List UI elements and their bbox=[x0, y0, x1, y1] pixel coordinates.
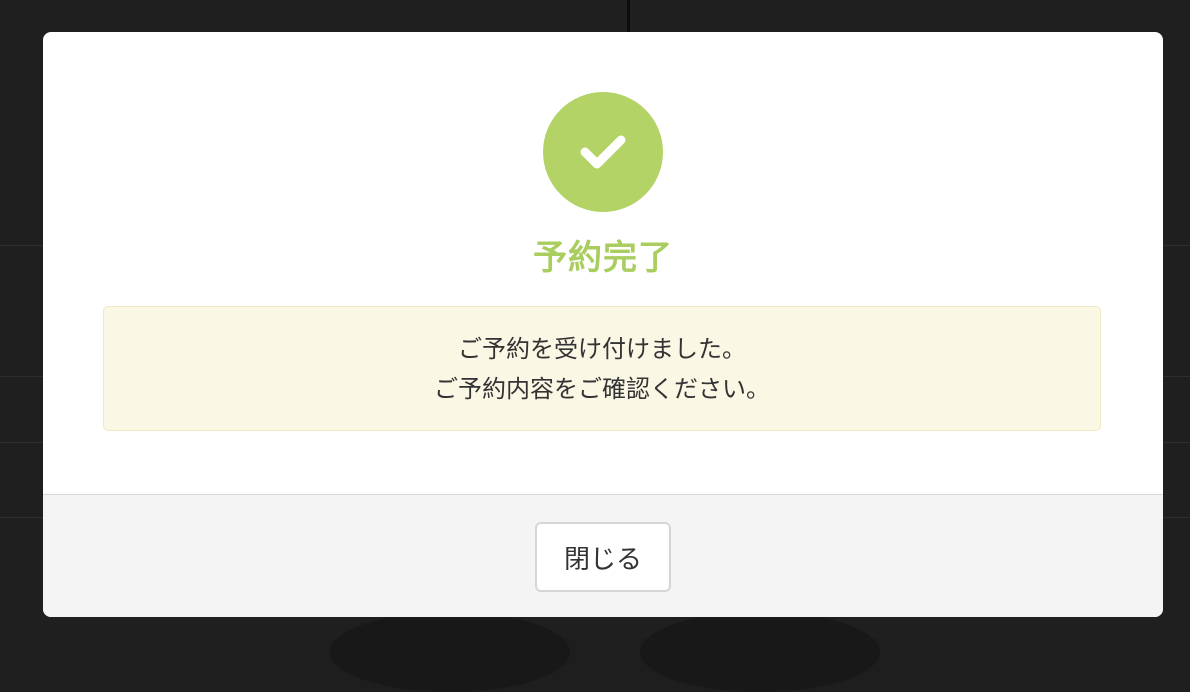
message-box: ご予約を受け付けました。 ご予約内容をご確認ください。 bbox=[103, 306, 1101, 431]
background-divider bbox=[627, 0, 630, 32]
reservation-complete-dialog: 予約完了 ご予約を受け付けました。 ご予約内容をご確認ください。 閉じる bbox=[43, 32, 1163, 617]
message-line: ご予約を受け付けました。 bbox=[458, 334, 746, 363]
background-image bbox=[640, 612, 880, 692]
dialog-body: 予約完了 ご予約を受け付けました。 ご予約内容をご確認ください。 bbox=[43, 32, 1163, 494]
success-badge bbox=[543, 92, 663, 212]
check-icon bbox=[580, 135, 626, 169]
close-button[interactable]: 閉じる bbox=[535, 522, 671, 592]
message-line: ご予約内容をご確認ください。 bbox=[434, 374, 770, 403]
dialog-title: 予約完了 bbox=[533, 238, 673, 278]
background-image bbox=[330, 612, 570, 692]
dialog-footer: 閉じる bbox=[43, 494, 1163, 617]
